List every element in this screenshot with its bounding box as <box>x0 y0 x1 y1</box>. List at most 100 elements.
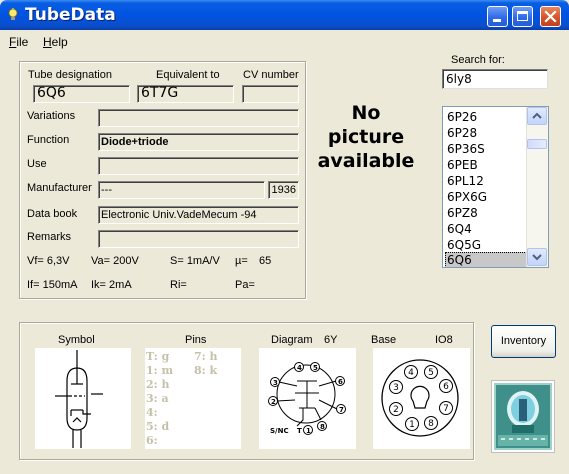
symbol-label: Symbol <box>58 334 95 346</box>
manufacturer-field[interactable]: --- <box>98 181 265 199</box>
tube-thumbnail[interactable] <box>491 380 555 453</box>
pin-entry: 1: m <box>146 364 174 377</box>
use-field[interactable] <box>98 157 299 175</box>
search-label: Search for: <box>451 54 505 66</box>
base-pin-label: 5 <box>428 368 434 378</box>
diagram-t-label: T <box>297 427 302 435</box>
minimize-icon <box>493 19 501 22</box>
lightbulb-icon <box>8 8 18 20</box>
menu-file[interactable]: File <box>9 35 28 49</box>
menu-help-accel: H <box>43 35 52 49</box>
pin-entry: T: g <box>146 350 170 363</box>
base-box: 1 2 3 4 5 6 7 8 <box>373 348 470 449</box>
diagram-code: 6Y <box>324 334 338 346</box>
search-input[interactable] <box>442 69 548 89</box>
scroll-down-button[interactable] <box>527 248 547 266</box>
diagram-pin-label: 5 <box>313 364 318 372</box>
menu-help-label: elp <box>51 35 68 49</box>
scroll-thumb[interactable] <box>527 139 547 149</box>
maximize-icon <box>517 11 528 21</box>
pins-label: Pins <box>185 334 207 346</box>
chevron-down-icon <box>532 254 542 261</box>
databook-field[interactable]: Electronic Univ.VadeMecum -94 <box>98 206 299 224</box>
no-picture-line: No <box>351 102 381 124</box>
remarks-field[interactable] <box>98 230 299 248</box>
param-s: S= 1mA/V <box>170 255 220 267</box>
param-mu: µ= <box>235 255 248 267</box>
diagram-pin-label: 8 <box>320 423 325 431</box>
menu-help[interactable]: Help <box>43 35 68 49</box>
pin-entry: 2: h <box>146 378 170 391</box>
chevron-up-icon <box>532 112 542 119</box>
function-field[interactable]: Diode+triode <box>98 133 299 151</box>
pin-entry: 8: k <box>194 364 218 377</box>
databook-label: Data book <box>27 208 78 220</box>
diagram-box: 4 5 3 2 6 7 8 1 S/NC T <box>259 348 356 449</box>
menu-file-label: ile <box>16 35 29 49</box>
use-label: Use <box>27 158 47 170</box>
param-if: If= 150mA <box>27 279 78 291</box>
base-pin-label: 3 <box>393 383 399 393</box>
function-label: Function <box>27 134 70 146</box>
inventory-button[interactable]: Inventory <box>491 325 556 358</box>
base-pin-label: 2 <box>393 405 399 415</box>
remarks-label: Remarks <box>27 231 72 243</box>
designation-field[interactable]: 6Q6 <box>33 85 130 103</box>
octal-base-icon: 1 2 3 4 5 6 7 8 <box>381 359 459 437</box>
base-label: Base <box>371 334 397 346</box>
base-pin-label: 7 <box>443 404 449 414</box>
list-item[interactable]: 6Q4 <box>445 221 531 237</box>
param-ri: Ri= <box>170 279 187 291</box>
diagram-pin-label: 4 <box>297 364 302 372</box>
diagram-pin-label: 3 <box>273 379 278 387</box>
no-picture-message: No picture available <box>305 101 427 173</box>
base-code: IO8 <box>435 334 453 346</box>
param-mu-value: 65 <box>259 255 272 267</box>
diagram-pin-label: 7 <box>339 406 344 414</box>
equivalent-label: Equivalent to <box>156 69 220 81</box>
base-pin-label: 8 <box>428 419 434 429</box>
base-pin-label: 1 <box>409 420 415 430</box>
pin-entry: 4: <box>146 406 158 419</box>
pin-entry: 5: d <box>146 420 170 433</box>
list-item[interactable]: 6P26 <box>445 109 531 125</box>
variations-label: Variations <box>27 110 76 122</box>
list-item[interactable]: 6PEB <box>445 157 531 173</box>
pin-entry: 7: h <box>194 350 218 363</box>
list-scrollbar[interactable] <box>526 107 548 267</box>
diagram-snc-label: S/NC <box>270 427 289 435</box>
maximize-button[interactable] <box>512 6 533 27</box>
pins-box: T: g 1: m 2: h 3: a 4: 5: d 6: 7: h 8: k <box>145 348 241 449</box>
param-pa: Pa= <box>235 279 255 291</box>
no-picture-line: picture <box>327 126 405 148</box>
list-item[interactable]: 6PZ8 <box>445 205 531 221</box>
param-vf: Vf= 6,3V <box>27 255 70 267</box>
list-item[interactable]: 6PX6G <box>445 189 531 205</box>
list-item-selected[interactable]: 6Q6 <box>445 252 531 267</box>
symbol-box <box>35 348 131 449</box>
diagram-pin-label: 6 <box>338 378 343 386</box>
list-item[interactable]: 6P36S <box>445 141 531 157</box>
param-ik: Ik= 2mA <box>91 279 132 291</box>
list-item[interactable]: 6PL12 <box>445 173 531 189</box>
tube-image-icon <box>494 383 552 450</box>
manufacturer-label: Manufacturer <box>27 182 92 194</box>
diagram-pin-label: 2 <box>271 398 276 406</box>
equivalent-field[interactable]: 6T7G <box>137 85 234 103</box>
minimize-button[interactable] <box>487 6 508 27</box>
param-va: Va= 200V <box>91 255 139 267</box>
list-item[interactable]: 6Q5G <box>445 237 531 253</box>
year-field[interactable]: 1936 <box>268 181 299 199</box>
title-bar[interactable]: TubeData <box>0 0 569 30</box>
cv-label: CV number <box>243 69 299 81</box>
base-pin-label: 4 <box>408 368 414 378</box>
no-picture-line: available <box>317 150 415 172</box>
variations-field[interactable] <box>98 109 299 127</box>
diagram-label: Diagram <box>271 334 313 346</box>
scroll-up-button[interactable] <box>527 107 547 125</box>
close-button[interactable] <box>540 6 561 27</box>
close-icon <box>544 10 557 23</box>
cv-field[interactable] <box>242 85 299 103</box>
list-item[interactable]: 6P28 <box>445 125 531 141</box>
base-pin-label: 6 <box>443 382 449 392</box>
